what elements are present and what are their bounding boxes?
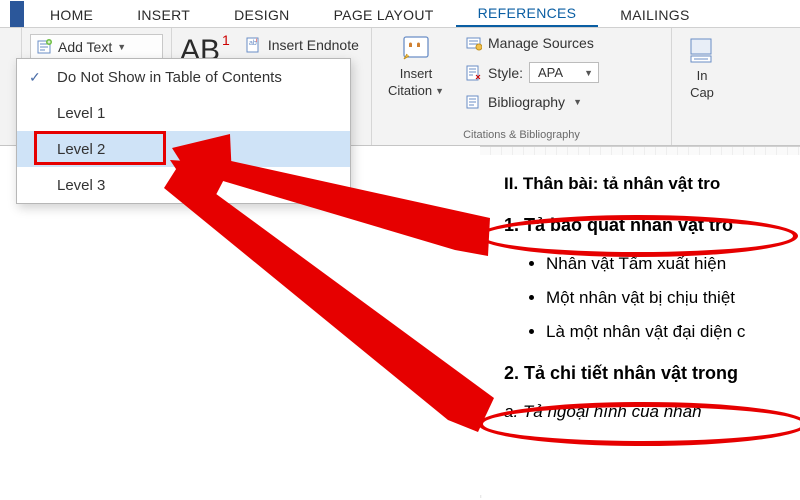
chevron-down-icon: ▼: [573, 97, 582, 107]
insert-citation-icon: [401, 34, 431, 64]
doc-section-2-sub[interactable]: a. Tả ngoại hình của nhân: [504, 395, 800, 429]
list-item[interactable]: Một nhân vật bị chịu thiệt: [546, 281, 800, 315]
add-text-label: Add Text: [58, 39, 112, 55]
style-dropdown[interactable]: Style: APA ▼: [464, 59, 601, 86]
menu-level-2[interactable]: Level 2: [17, 131, 350, 167]
caption-label1: In: [697, 68, 708, 83]
group-captions-partial: In Cap: [672, 28, 732, 145]
menu-do-not-show-label: Do Not Show in Table of Contents: [57, 69, 282, 86]
manage-sources-icon: [466, 35, 482, 51]
bibliography-button[interactable]: Bibliography ▼: [464, 91, 601, 113]
caption-label2: Cap: [690, 85, 714, 100]
chevron-down-icon: ▼: [435, 86, 444, 96]
doc-section-1-list[interactable]: Nhân vật Tấm xuất hiện Một nhân vật bị c…: [504, 247, 800, 349]
add-text-button[interactable]: Add Text ▼: [30, 34, 163, 60]
tab-home[interactable]: HOME: [28, 2, 115, 27]
app-color-bar: [10, 1, 24, 27]
chevron-down-icon: ▼: [117, 42, 126, 52]
caption-icon: [687, 36, 717, 66]
style-label: Style:: [488, 65, 523, 81]
list-item[interactable]: Nhân vật Tấm xuất hiện: [546, 247, 800, 281]
endnote-icon: abi: [246, 37, 262, 53]
tab-page-layout[interactable]: PAGE LAYOUT: [312, 2, 456, 27]
insert-citation-label2: Citation: [388, 83, 432, 98]
tab-insert[interactable]: INSERT: [115, 2, 212, 27]
menu-level-1-label: Level 1: [57, 105, 105, 122]
list-item[interactable]: Là một nhân vật đại diện c: [546, 315, 800, 349]
manage-sources-label: Manage Sources: [488, 35, 594, 51]
group-citations: Insert Citation ▼ Manage Sources: [372, 28, 672, 145]
insert-citation-button[interactable]: Insert Citation ▼: [382, 32, 450, 100]
insert-endnote-button[interactable]: abi Insert Endnote: [244, 34, 361, 56]
insert-citation-label1: Insert: [400, 66, 433, 81]
svg-text:i: i: [256, 38, 257, 44]
ribbon-tabs: HOME INSERT DESIGN PAGE LAYOUT REFERENCE…: [0, 0, 800, 28]
chevron-down-icon: ▼: [584, 68, 593, 78]
menu-do-not-show[interactable]: ✓ Do Not Show in Table of Contents: [17, 59, 350, 95]
check-icon: ✓: [29, 69, 41, 86]
ab-sup: 1: [222, 32, 230, 48]
insert-endnote-label: Insert Endnote: [268, 37, 359, 53]
insert-caption-button[interactable]: In Cap: [678, 34, 726, 102]
add-text-icon: [37, 39, 53, 55]
style-value: APA: [538, 65, 563, 80]
add-text-dropdown: ✓ Do Not Show in Table of Contents Level…: [16, 58, 351, 204]
tab-design[interactable]: DESIGN: [212, 2, 311, 27]
menu-level-2-label: Level 2: [57, 141, 105, 158]
bibliography-icon: [466, 94, 482, 110]
menu-level-3[interactable]: Level 3: [17, 167, 350, 203]
doc-section-1-title[interactable]: 1. Tả bao quát nhân vật tro: [504, 207, 800, 243]
menu-level-1[interactable]: Level 1: [17, 95, 350, 131]
style-icon: [466, 65, 482, 81]
style-select[interactable]: APA ▼: [529, 62, 599, 83]
tab-references[interactable]: REFERENCES: [456, 0, 599, 27]
group-label-citations: Citations & Bibliography: [382, 129, 661, 143]
manage-sources-button[interactable]: Manage Sources: [464, 32, 601, 54]
doc-heading-ii[interactable]: II. Thân bài: tả nhân vật tro: [504, 167, 800, 201]
bibliography-label: Bibliography: [488, 94, 565, 110]
tab-mailings[interactable]: MAILINGS: [598, 2, 711, 27]
doc-section-2-title[interactable]: 2. Tả chi tiết nhân vật trong: [504, 355, 800, 391]
document-page[interactable]: II. Thân bài: tả nhân vật tro 1. Tả bao …: [480, 155, 800, 495]
menu-level-3-label: Level 3: [57, 177, 105, 194]
